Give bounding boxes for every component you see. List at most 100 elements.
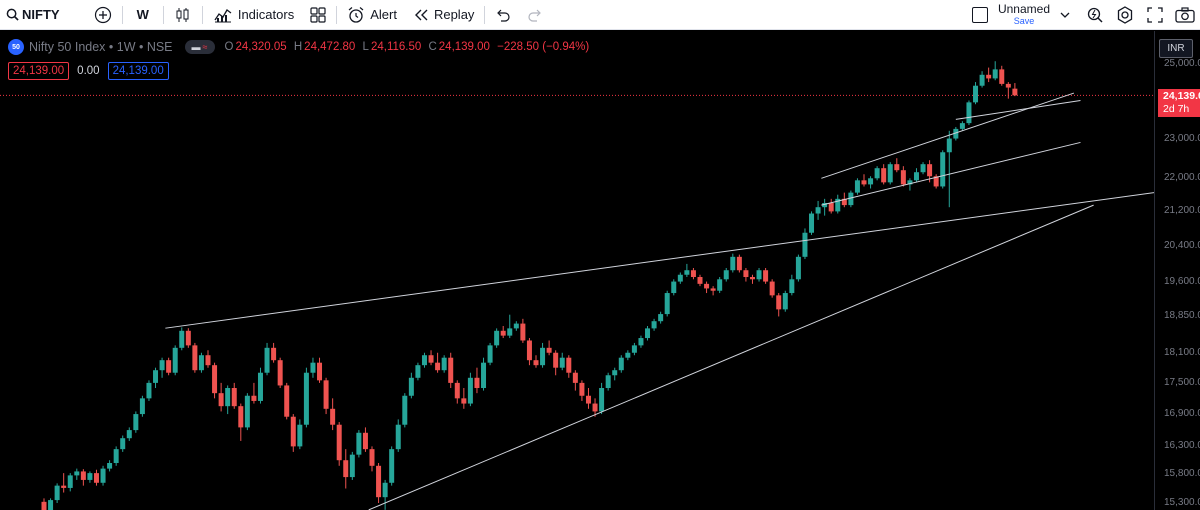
low-key: L xyxy=(362,41,369,53)
buy-price-button[interactable]: 24,139.00 xyxy=(107,62,169,80)
candle-body xyxy=(585,395,591,404)
chart-type-button[interactable] xyxy=(166,0,200,30)
alert-button[interactable]: Alert xyxy=(339,0,405,30)
candle-body xyxy=(205,355,211,366)
candle-body xyxy=(861,180,867,185)
candle-body xyxy=(592,403,598,412)
price-tick-label: 21,200.0 xyxy=(1164,205,1200,217)
redo-button[interactable] xyxy=(519,0,551,30)
candle-body xyxy=(395,424,401,450)
candle-body xyxy=(487,345,493,363)
candle-body xyxy=(940,152,946,187)
price-tick-label: 22,000.0 xyxy=(1164,172,1200,184)
quick-search-button[interactable] xyxy=(1080,0,1110,30)
candle-body xyxy=(435,362,441,371)
candle-body xyxy=(441,357,447,371)
candle-body xyxy=(257,372,263,401)
candle-body xyxy=(618,357,624,371)
fullscreen-button[interactable] xyxy=(1140,0,1170,30)
candle-body xyxy=(795,256,801,280)
candle-body xyxy=(736,256,742,271)
candle-body xyxy=(546,347,552,353)
layout-grid-button[interactable] xyxy=(302,0,334,30)
candle-body xyxy=(802,232,808,257)
candle-body xyxy=(356,432,362,455)
candle-body xyxy=(139,398,145,415)
layout-checkbox[interactable] xyxy=(971,6,988,23)
snapshot-button[interactable] xyxy=(1170,0,1200,30)
candle-body xyxy=(212,365,218,394)
price-tick-label: 20,400.0 xyxy=(1164,239,1200,251)
price-tick-label: 18,100.0 xyxy=(1164,346,1200,358)
candle-body xyxy=(749,277,755,280)
compare-symbol-button[interactable] xyxy=(86,0,120,30)
candle-body xyxy=(362,432,368,450)
spread-value: 0.00 xyxy=(77,65,100,77)
candle-body xyxy=(992,69,998,79)
candle-body xyxy=(428,355,434,363)
candle-body xyxy=(599,388,605,412)
rewind-icon xyxy=(414,9,428,20)
candle-body xyxy=(697,277,703,284)
candle-body xyxy=(559,357,565,368)
candles-icon xyxy=(176,7,189,22)
symbol-badge: 50 xyxy=(8,39,24,55)
candle-body xyxy=(461,398,467,404)
candle-body xyxy=(966,102,972,124)
candle-body xyxy=(500,330,506,336)
candle-body xyxy=(986,74,992,79)
candle-body xyxy=(343,460,349,478)
divider xyxy=(162,5,164,24)
price-tick-label: 18,850.0 xyxy=(1164,310,1200,322)
candle-body xyxy=(553,352,559,368)
candle-body xyxy=(927,164,933,177)
fullscreen-icon xyxy=(1147,6,1163,23)
layout-name-button[interactable]: Unnamed Save xyxy=(998,3,1050,27)
price-tick-label: 16,900.0 xyxy=(1164,408,1200,420)
candle-body xyxy=(80,471,86,480)
candle-body xyxy=(763,270,769,282)
candle-body xyxy=(540,347,546,366)
candle-body xyxy=(1012,88,1018,96)
layout-menu-button[interactable] xyxy=(1056,0,1074,30)
legend-toggle-pill[interactable]: ▬ ≈ xyxy=(184,40,215,54)
sell-price-button[interactable]: 24,139.00 xyxy=(8,62,70,80)
interval-button[interactable]: W xyxy=(125,0,161,30)
candle-body xyxy=(244,395,250,428)
chart-pane[interactable]: 50 Nifty 50 Index • 1W • NSE ▬ ≈ O 24,320… xyxy=(0,31,1200,510)
candle-body xyxy=(317,362,323,381)
high-key: H xyxy=(293,41,303,53)
undo-button[interactable] xyxy=(487,0,519,30)
indicators-icon xyxy=(214,8,232,22)
candle-body xyxy=(782,293,788,310)
symbol-legend: 50 Nifty 50 Index • 1W • NSE ▬ ≈ O 24,320… xyxy=(8,39,591,55)
candle-body xyxy=(87,473,93,480)
candle-body xyxy=(349,454,355,478)
candle-body xyxy=(159,360,165,371)
replay-label: Replay xyxy=(433,7,475,22)
price-tick-label: 25,000.0 xyxy=(1164,58,1200,69)
candle-body xyxy=(900,170,906,185)
currency-button[interactable]: INR xyxy=(1159,39,1193,58)
candle-body xyxy=(238,406,244,428)
symbol-title[interactable]: Nifty 50 Index • 1W • NSE xyxy=(29,40,173,54)
candle-body xyxy=(153,370,159,383)
indicators-button[interactable]: Indicators xyxy=(205,0,302,30)
candle-body xyxy=(710,288,716,291)
candlestick-chart[interactable] xyxy=(0,31,1154,510)
close-value: 24,139.00 xyxy=(438,41,490,53)
open-key: O xyxy=(224,41,234,53)
settings-button[interactable] xyxy=(1110,0,1140,30)
replay-button[interactable]: Replay xyxy=(405,0,482,30)
upper-trendline xyxy=(165,192,1154,329)
symbol-search-button[interactable]: NIFTY xyxy=(0,0,68,30)
candle-body xyxy=(369,449,375,466)
divider xyxy=(336,5,338,24)
recent-trendline xyxy=(955,100,1081,120)
candle-body xyxy=(828,203,834,212)
candle-body xyxy=(277,360,283,386)
candle-body xyxy=(376,465,382,498)
alarm-clock-icon xyxy=(348,6,364,23)
candle-body xyxy=(723,270,729,280)
candle-body xyxy=(658,314,664,322)
